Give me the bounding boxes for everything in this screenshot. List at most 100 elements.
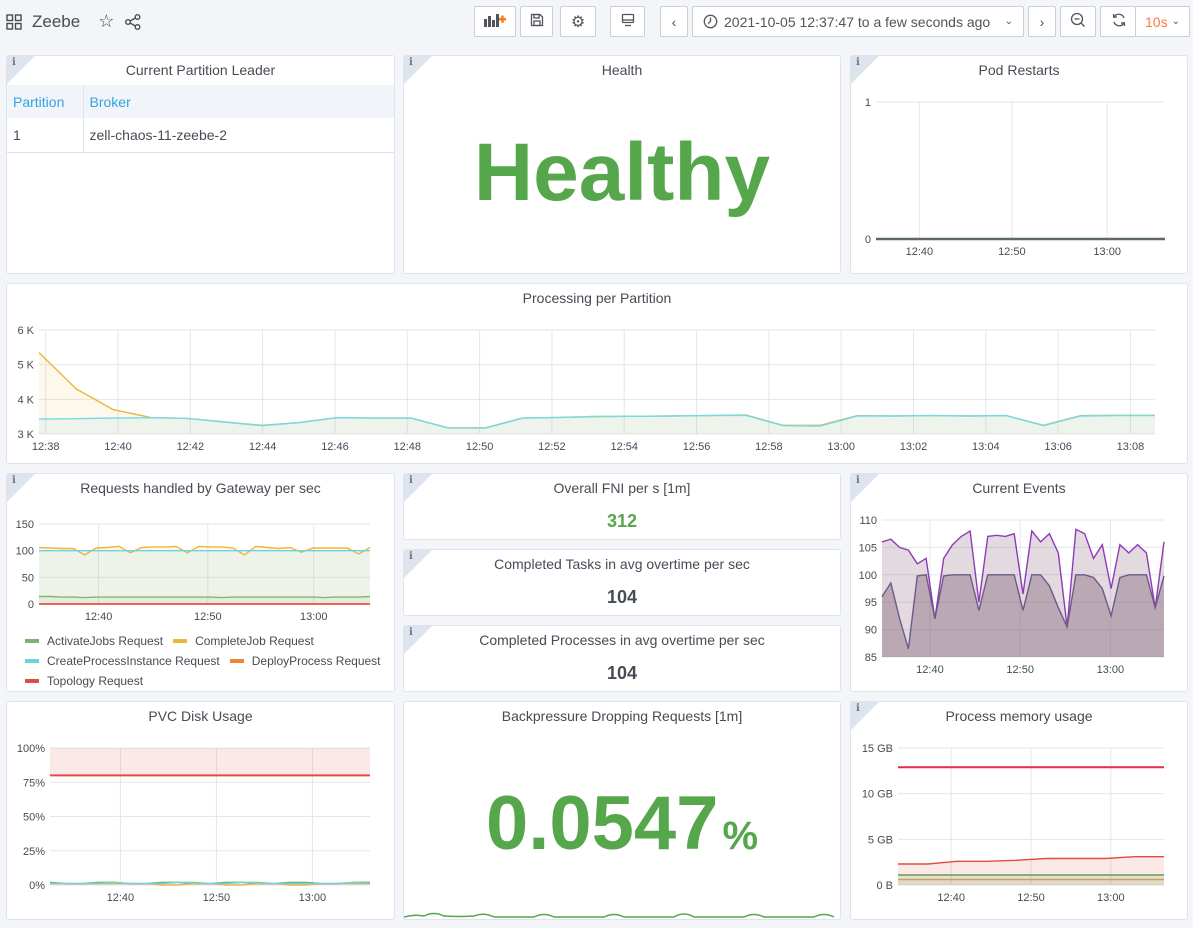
legend-label: DeployProcess Request: [251, 654, 381, 668]
legend-item[interactable]: ActivateJobs Request: [25, 632, 163, 650]
panel-title[interactable]: Overall FNI per s [1m]: [404, 480, 840, 496]
y-tick-label: 100: [16, 546, 34, 558]
column-header-partition[interactable]: Partition: [7, 85, 84, 118]
y-tick-label: 15 GB: [862, 743, 893, 755]
save-dashboard-button[interactable]: [520, 6, 553, 37]
y-tick-label: 3 K: [17, 429, 34, 441]
x-tick-label: 13:08: [1117, 441, 1145, 453]
gateway-chart: 0 50 100 150 12:40 12:50 13:00: [16, 519, 371, 623]
table-row: 1 zell-chaos-11-zeebe-2: [7, 118, 394, 152]
memory-chart: 0 B 5 GB 10 GB 15 GB 12:40 12:50 13:00: [862, 743, 1164, 904]
y-tick-label: 150: [16, 519, 34, 531]
backpressure-sparkline: [404, 912, 835, 918]
apps-icon[interactable]: [6, 13, 22, 30]
y-tick-label: 5 GB: [868, 834, 893, 846]
panel-processing: Processing per Partition 3 K4 K5 K6 K 12:…: [6, 283, 1188, 464]
x-tick-label: 12:40: [104, 441, 132, 453]
dashboard-title[interactable]: Zeebe: [32, 12, 80, 32]
panel-title[interactable]: Backpressure Dropping Requests [1m]: [404, 708, 840, 724]
y-tick-label: 100%: [17, 743, 45, 755]
x-tick-label: 12:44: [249, 441, 277, 453]
x-tick-label: 12:40: [85, 611, 113, 623]
dashboard-settings-button[interactable]: ⚙: [560, 6, 596, 37]
panel-fni: i Overall FNI per s [1m] 312: [403, 473, 841, 540]
partition-leader-table: Partition Broker 1 zell-chaos-11-zeebe-2: [7, 85, 394, 153]
panel-completed-processes: i Completed Processes in avg overtime pe…: [403, 625, 841, 692]
x-tick-label: 12:40: [937, 892, 965, 904]
y-tick-label: 110: [859, 515, 877, 527]
processing-chart: 3 K 4 K 5 K 6 K 12:38 12:40 12:42 12:44 12:46 12:…: [17, 325, 1155, 453]
panel-pvc-disk-usage: PVC Disk Usage 0% 25% 50% 75% 100% 12:40 12:50…: [6, 701, 395, 920]
chevron-down-icon: ⌄: [1171, 16, 1180, 27]
clock-icon: [703, 14, 718, 29]
x-tick-label: 12:52: [538, 441, 566, 453]
legend-swatch: [25, 679, 39, 683]
y-tick-label: 0 B: [876, 880, 893, 892]
x-tick-label: 12:50: [203, 892, 231, 904]
y-tick-label: 85: [865, 652, 877, 664]
panel-health: i Health Healthy: [403, 55, 841, 274]
sparkline-line: [404, 912, 835, 918]
chevron-down-icon: ⌄: [1004, 16, 1013, 27]
x-tick-label: 13:00: [1097, 664, 1125, 676]
x-tick-label: 12:56: [683, 441, 711, 453]
panel-current-events: i Current Events 85 90 95 100 105 110 12:40 12:…: [850, 473, 1188, 692]
y-tick-label: 10 GB: [862, 789, 893, 801]
legend-item[interactable]: CreateProcessInstance Request: [25, 652, 220, 670]
legend-label: CompleteJob Request: [195, 634, 314, 648]
events-chart: 85 90 95 100 105 110 12:40 12:50 13:00: [859, 515, 1165, 676]
y-tick-label: 25%: [23, 846, 45, 858]
column-header-broker[interactable]: Broker: [83, 85, 394, 118]
x-tick-label: 13:02: [900, 441, 928, 453]
x-tick-label: 13:00: [1093, 246, 1121, 258]
y-tick-label: 6 K: [17, 325, 34, 337]
y-tick-label: 4 K: [17, 394, 34, 406]
threshold-band: [50, 748, 370, 776]
legend-swatch: [25, 659, 39, 663]
series-area: [882, 574, 1164, 657]
dashboard-header: Zeebe ☆ ⚙ ‹ 2021-10-05 12:37:47 to a few…: [0, 0, 1193, 46]
panel-title[interactable]: Health: [404, 62, 840, 78]
pod-restarts-chart: 0 1 12:40 12:50 13:00: [865, 97, 1165, 258]
x-tick-label: 13:04: [972, 441, 1000, 453]
x-tick-label: 13:06: [1044, 441, 1072, 453]
y-tick-label: 50: [22, 572, 34, 584]
pvc-chart: 0% 25% 50% 75% 100% 12:40 12:50 13:00: [17, 743, 371, 904]
legend-swatch: [25, 639, 39, 643]
panel-title[interactable]: Completed Tasks in avg overtime per sec: [404, 556, 840, 572]
panel-partition-leader: i Current Partition Leader Partition Bro…: [6, 55, 395, 274]
star-icon[interactable]: ☆: [98, 11, 114, 32]
legend-item[interactable]: DeployProcess Request: [229, 652, 381, 670]
x-tick-label: 12:38: [32, 441, 60, 453]
backpressure-stat: 0.0547%: [404, 780, 840, 867]
series-area: [39, 550, 370, 604]
refresh-button[interactable]: [1100, 6, 1136, 37]
y-tick-label: 100: [859, 570, 877, 582]
refresh-interval-picker[interactable]: 10s ⌄: [1135, 6, 1190, 37]
backpressure-unit: %: [722, 814, 759, 858]
panel-backpressure: Backpressure Dropping Requests [1m] 0.05…: [403, 701, 841, 920]
series-area: [898, 879, 1164, 885]
panel-title[interactable]: Current Partition Leader: [7, 62, 394, 78]
panel-gateway-requests: i Requests handled by Gateway per sec 05…: [6, 473, 395, 692]
time-forward-button[interactable]: ›: [1028, 6, 1056, 37]
share-icon[interactable]: [124, 13, 142, 31]
legend-swatch: [173, 639, 188, 643]
add-panel-button[interactable]: [474, 6, 516, 37]
series-area: [39, 415, 1155, 434]
legend-item[interactable]: Topology Request: [25, 672, 143, 690]
x-tick-label: 12:46: [321, 441, 349, 453]
zoom-out-button[interactable]: [1060, 6, 1096, 37]
legend-label: Topology Request: [47, 674, 144, 688]
time-picker[interactable]: 2021-10-05 12:37:47 to a few seconds ago…: [692, 6, 1024, 37]
y-tick-label: 50%: [23, 812, 45, 824]
x-tick-label: 13:00: [300, 611, 328, 623]
legend-item[interactable]: CompleteJob Request: [173, 632, 314, 650]
x-tick-label: 12:50: [466, 441, 494, 453]
time-back-button[interactable]: ‹: [660, 6, 688, 37]
x-tick-label: 12:50: [1017, 892, 1045, 904]
tv-mode-button[interactable]: [610, 6, 645, 37]
y-tick-label: 1: [865, 97, 871, 109]
panel-title[interactable]: Completed Processes in avg overtime per …: [404, 632, 840, 648]
y-tick-label: 75%: [23, 777, 45, 789]
